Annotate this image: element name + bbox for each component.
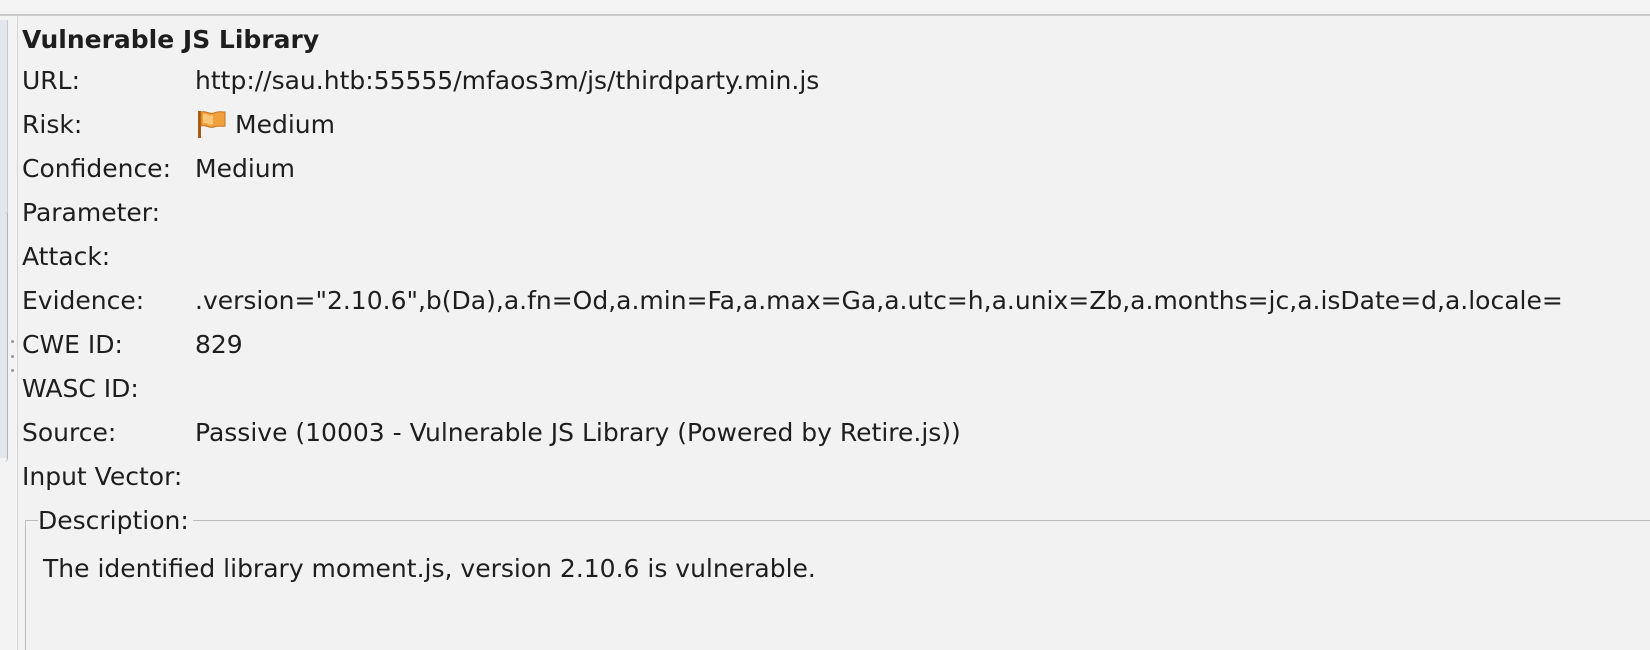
alert-panel: Vulnerable JS Library URL: http://sau.ht…: [22, 22, 1650, 650]
url-label: URL:: [22, 65, 81, 95]
field-row-parameter: Parameter:: [22, 190, 1650, 234]
field-row-confidence: Confidence: Medium: [22, 146, 1650, 190]
field-row-risk: Risk: Medium: [22, 102, 1650, 146]
alert-title: Vulnerable JS Library: [22, 25, 320, 54]
confidence-label: Confidence:: [22, 153, 171, 183]
alert-details-window: Vulnerable JS Library URL: http://sau.ht…: [0, 0, 1650, 650]
toolbar-strip: [0, 0, 1650, 14]
field-row-input-vector: Input Vector:: [22, 454, 1650, 498]
description-text[interactable]: The identified library moment.js, versio…: [43, 551, 816, 587]
top-border: [0, 14, 1650, 16]
field-row-url: URL: http://sau.htb:55555/mfaos3m/js/thi…: [22, 58, 1650, 102]
risk-value-container: Medium: [195, 109, 335, 139]
description-box: Description: The identified library mome…: [25, 503, 1650, 650]
field-row-cwe-id: CWE ID: 829: [22, 322, 1650, 366]
source-value: Passive (10003 - Vulnerable JS Library (…: [195, 417, 961, 447]
field-row-evidence: Evidence: .version="2.10.6",b(Da),a.fn=O…: [22, 278, 1650, 322]
alerts-tree-pane-scroll-edge[interactable]: [0, 212, 8, 462]
description-legend: Description:: [38, 503, 193, 539]
url-value[interactable]: http://sau.htb:55555/mfaos3m/js/thirdpar…: [195, 66, 819, 95]
orange-flag-icon: [198, 111, 226, 138]
attack-label: Attack:: [22, 241, 111, 271]
risk-value: Medium: [235, 109, 335, 139]
field-row-wasc-id: WASC ID:: [22, 366, 1650, 410]
source-label: Source:: [22, 417, 117, 447]
field-row-attack: Attack:: [22, 234, 1650, 278]
input-vector-label: Input Vector:: [22, 461, 183, 491]
risk-label: Risk:: [22, 109, 83, 139]
field-row-source: Source: Passive (10003 - Vulnerable JS L…: [22, 410, 1650, 454]
evidence-label: Evidence:: [22, 285, 145, 315]
splitter-divider[interactable]: [17, 16, 18, 650]
wasc-id-label: WASC ID:: [22, 373, 139, 403]
cwe-id-value: 829: [195, 329, 243, 359]
parameter-label: Parameter:: [22, 197, 161, 227]
splitter-grip-icon[interactable]: [11, 340, 15, 372]
evidence-value[interactable]: .version="2.10.6",b(Da),a.fn=Od,a.min=Fa…: [195, 286, 1563, 315]
confidence-value: Medium: [195, 153, 295, 183]
cwe-id-label: CWE ID:: [22, 329, 123, 359]
